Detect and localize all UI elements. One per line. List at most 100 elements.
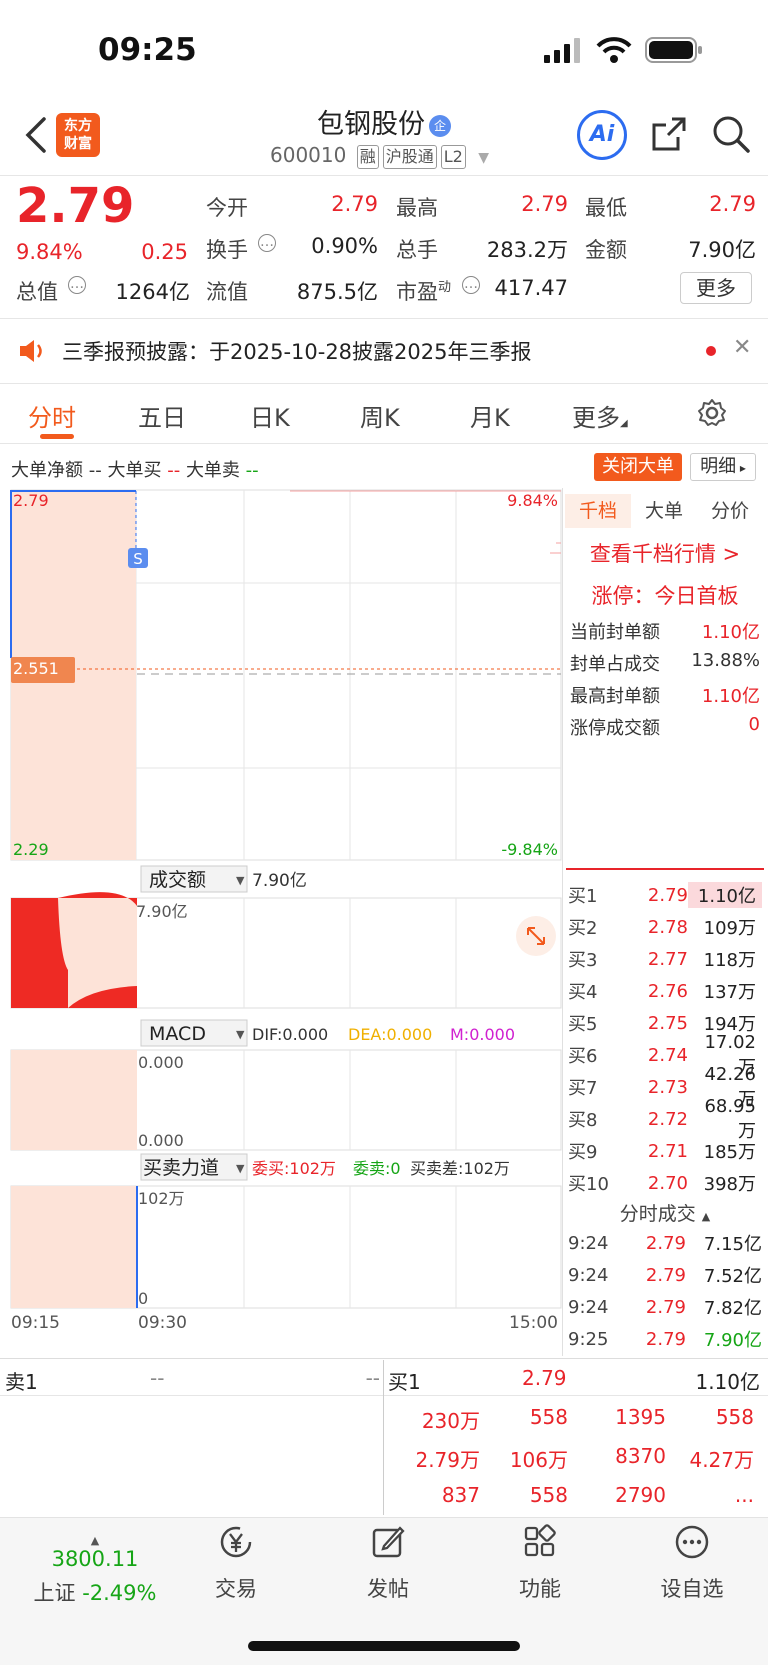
net-value: -- <box>88 460 102 481</box>
bid-label: 买7 <box>568 1078 598 1099</box>
close-big-order-button[interactable]: 关闭大单 <box>594 453 682 481</box>
tick-price: 2.79 <box>645 1232 686 1254</box>
force-bottom-label: 0 <box>138 1289 148 1308</box>
more-button[interactable]: 更多 <box>680 272 752 304</box>
sell1-price: -- <box>150 1366 165 1390</box>
strip-cell: 558 <box>529 1483 568 1507</box>
strip-divider <box>0 1395 768 1396</box>
time-end-label: 15:00 <box>509 1313 558 1333</box>
tick-row: 9:24 2.79 7.52亿 <box>568 1260 762 1290</box>
time-open-label: 09:30 <box>138 1313 187 1333</box>
bid-label: 买8 <box>568 1110 598 1131</box>
close-icon[interactable]: ✕ <box>733 335 751 360</box>
search-icon[interactable] <box>712 115 750 153</box>
tab-thousand-level[interactable]: 千档 <box>565 494 631 528</box>
caret-down-icon: ▼ <box>236 874 245 887</box>
index-ticker[interactable]: ▲ 3800.11 上证 -2.49% <box>20 1534 170 1607</box>
notice-text[interactable]: 三季报预披露：于2025-10-28披露2025年三季报 <box>62 336 531 366</box>
nav-post[interactable]: 发帖 <box>328 1524 448 1603</box>
time-start-label: 09:15 <box>11 1313 60 1333</box>
strip-cell: 106万 <box>509 1448 568 1472</box>
tab-more[interactable]: 更多◢ <box>572 398 628 433</box>
detail-label: 明细 <box>700 456 737 477</box>
tabs-divider <box>0 443 768 444</box>
nav-post-label: 发帖 <box>367 1577 409 1601</box>
info-icon[interactable]: … <box>258 234 276 252</box>
strip-cell: 1395 <box>615 1405 666 1429</box>
macd-dif: DIF:0.000 <box>252 1025 328 1044</box>
pe-sup: 动 <box>438 280 452 295</box>
s-marker-text: S <box>133 550 143 568</box>
high-label: 最高 <box>396 196 438 220</box>
tab-daily-k[interactable]: 日K <box>250 398 290 433</box>
force-diff: 买卖差:102万 <box>410 1159 510 1178</box>
stat-row: 封单占成交 13.88% <box>570 650 760 676</box>
bid-label: 买6 <box>568 1046 598 1067</box>
strip-cell: 2790 <box>615 1483 666 1507</box>
info-icon[interactable]: … <box>68 276 86 294</box>
caret-down-icon[interactable]: ▼ <box>478 150 489 166</box>
amount-value: 7.90亿 <box>252 871 307 891</box>
tab-weekly-k[interactable]: 周K <box>360 398 400 433</box>
bid-price: 2.78 <box>647 916 688 938</box>
yen-cycle-icon <box>220 1526 252 1558</box>
info-icon[interactable]: … <box>462 276 480 294</box>
tick-time: 9:24 <box>568 1296 609 1318</box>
enterprise-badge-icon: 企 <box>429 115 451 137</box>
notice-divider <box>0 383 768 384</box>
volume-value: 283.2万 <box>486 238 568 262</box>
market-cap-label: 总值 <box>16 280 58 304</box>
nav-watchlist[interactable]: 设自选 <box>632 1524 752 1603</box>
amount-value: 7.90亿 <box>688 238 756 262</box>
gear-icon[interactable] <box>697 398 727 428</box>
grid-icon <box>524 1524 556 1557</box>
right-panel-tabs: 千档 大单 分价 <box>563 494 767 530</box>
orderbook-row[interactable]: 买8 2.72 68.95万 <box>568 1096 762 1142</box>
strip-cell: 4.27万 <box>689 1448 754 1472</box>
more-circle-icon <box>675 1525 709 1559</box>
pct-bottom-label: -9.84% <box>501 840 558 859</box>
change-amount: 0.25 <box>141 240 188 264</box>
detail-button[interactable]: 明细 ▸ <box>690 453 756 481</box>
bid-price: 2.77 <box>647 948 688 970</box>
pe-label: 市盈动 <box>396 276 451 306</box>
stock-name: 包钢股份 <box>317 109 425 140</box>
big-order-legend: 大单净额 -- 大单买 -- 大单卖 -- <box>11 456 259 482</box>
bid-label: 买9 <box>568 1142 598 1163</box>
ticks-title-label: 分时成交 <box>619 1203 696 1225</box>
current-price: 2.79 <box>16 178 135 234</box>
market-cap-value: 1264亿 <box>115 280 190 304</box>
pe-value: 417.47 <box>494 276 568 300</box>
orderbook-row[interactable]: 买4 2.76 137万 <box>568 976 762 1006</box>
nav-features[interactable]: 功能 <box>480 1524 600 1603</box>
stock-code-row[interactable]: 600010 融沪股通 L2 ▼ <box>270 143 489 169</box>
orderbook-row[interactable]: 买3 2.77 118万 <box>568 944 762 974</box>
tab-monthly-k[interactable]: 月K <box>470 398 510 433</box>
orderbook-row[interactable]: 买2 2.78 109万 <box>568 912 762 942</box>
orderbook-row[interactable]: 买10 2.70 398万 <box>568 1168 762 1198</box>
tick-row: 9:25 2.79 7.90亿 <box>568 1324 762 1354</box>
orderbook-row[interactable]: 买9 2.71 185万 <box>568 1136 762 1166</box>
notice-dot <box>706 346 716 356</box>
view-thousand-level-link[interactable]: 查看千档行情 > <box>563 538 767 568</box>
home-indicator <box>248 1641 520 1651</box>
ticks-title[interactable]: 分时成交 ▲ <box>563 1199 767 1226</box>
tab-intraday[interactable]: 分时 <box>28 398 76 433</box>
tab-big-order[interactable]: 大单 <box>631 494 697 528</box>
speaker-icon <box>20 340 42 362</box>
buy1-price: 2.79 <box>522 1366 567 1390</box>
index-value: 3800.11 <box>51 1547 139 1571</box>
tab-five-day[interactable]: 五日 <box>138 398 186 433</box>
nav-trade[interactable]: 交易 <box>176 1524 296 1603</box>
strip-cell: 558 <box>715 1405 754 1429</box>
orderbook-row[interactable]: 买1 2.79 1.10亿 <box>568 880 762 910</box>
force-top-label: 102万 <box>138 1189 185 1208</box>
caret-down-icon: ▼ <box>236 1028 245 1041</box>
sell1-volume: -- <box>365 1366 380 1390</box>
share-icon[interactable] <box>650 115 688 153</box>
high-value: 2.79 <box>521 192 568 216</box>
bid-volume: 1.10亿 <box>688 882 762 908</box>
tab-price-dist[interactable]: 分价 <box>697 494 763 528</box>
ai-button[interactable]: Ai <box>577 110 627 160</box>
intraday-chart[interactable]: S 2.551 2.79 2.29 9.84% -9.84% 成交额 ▼ 7.9… <box>0 488 562 1358</box>
